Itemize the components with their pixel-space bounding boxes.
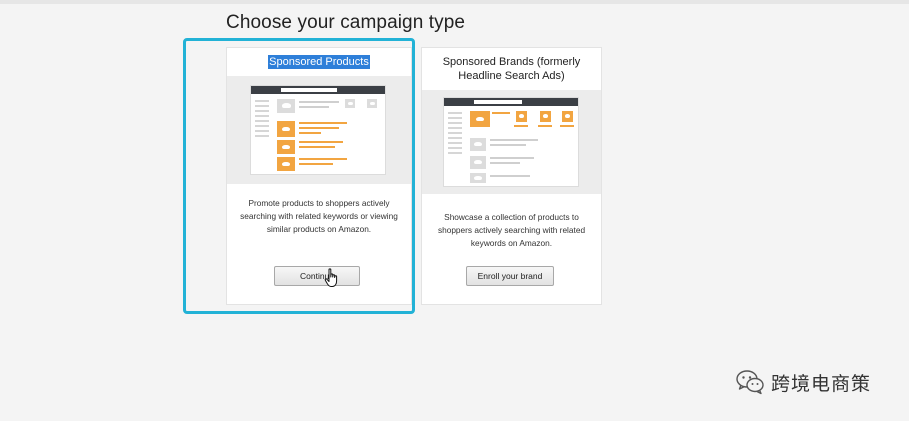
mockup-text-line xyxy=(490,175,530,177)
brand-product-thumb xyxy=(516,111,527,122)
hand-pointer-icon xyxy=(324,268,338,287)
page-mockup xyxy=(444,98,578,186)
brand-product-thumb xyxy=(562,111,573,122)
ad-preview-image xyxy=(422,90,601,194)
mockup-sidebar-line xyxy=(448,117,462,119)
mockup-text-line xyxy=(490,139,538,141)
mockup-thumb xyxy=(470,156,486,169)
mockup-sidebar-line xyxy=(448,132,462,134)
mockup-sidebar-line xyxy=(448,137,462,139)
mockup-thumb xyxy=(470,138,486,151)
mockup-thumb xyxy=(470,173,486,183)
mockup-text-line xyxy=(490,144,526,146)
card-description: Showcase a collection of products to sho… xyxy=(437,212,586,248)
enroll-your-brand-button[interactable]: Enroll your brand xyxy=(466,266,554,286)
top-divider xyxy=(0,0,909,4)
mockup-sidebar-line xyxy=(448,127,462,129)
brand-text-line xyxy=(514,125,528,127)
card-title: Sponsored Brands (formerly Headline Sear… xyxy=(442,56,581,82)
campaign-card-sponsored-brands[interactable]: Sponsored Brands (formerly Headline Sear… xyxy=(421,47,602,305)
selection-outline xyxy=(183,38,415,314)
mockup-sidebar-line xyxy=(448,152,462,154)
mockup-sidebar-line xyxy=(448,142,462,144)
watermark-text: 跨境电商策 xyxy=(771,372,872,395)
mockup-text-line xyxy=(490,157,534,159)
brand-text-line xyxy=(538,125,552,127)
brand-text-line xyxy=(492,112,510,114)
brand-text-line xyxy=(560,125,574,127)
mockup-sidebar-line xyxy=(448,112,462,114)
wechat-logo-icon xyxy=(736,370,764,395)
mockup-sidebar-line xyxy=(448,122,462,124)
brand-product-thumb xyxy=(540,111,551,122)
mockup-search xyxy=(474,100,522,104)
brand-logo-thumb xyxy=(470,111,490,127)
watermark: 跨境电商策 xyxy=(735,367,871,397)
mockup-text-line xyxy=(490,162,520,164)
mockup-sidebar-line xyxy=(448,147,462,149)
page-title: Choose your campaign type xyxy=(226,12,466,33)
